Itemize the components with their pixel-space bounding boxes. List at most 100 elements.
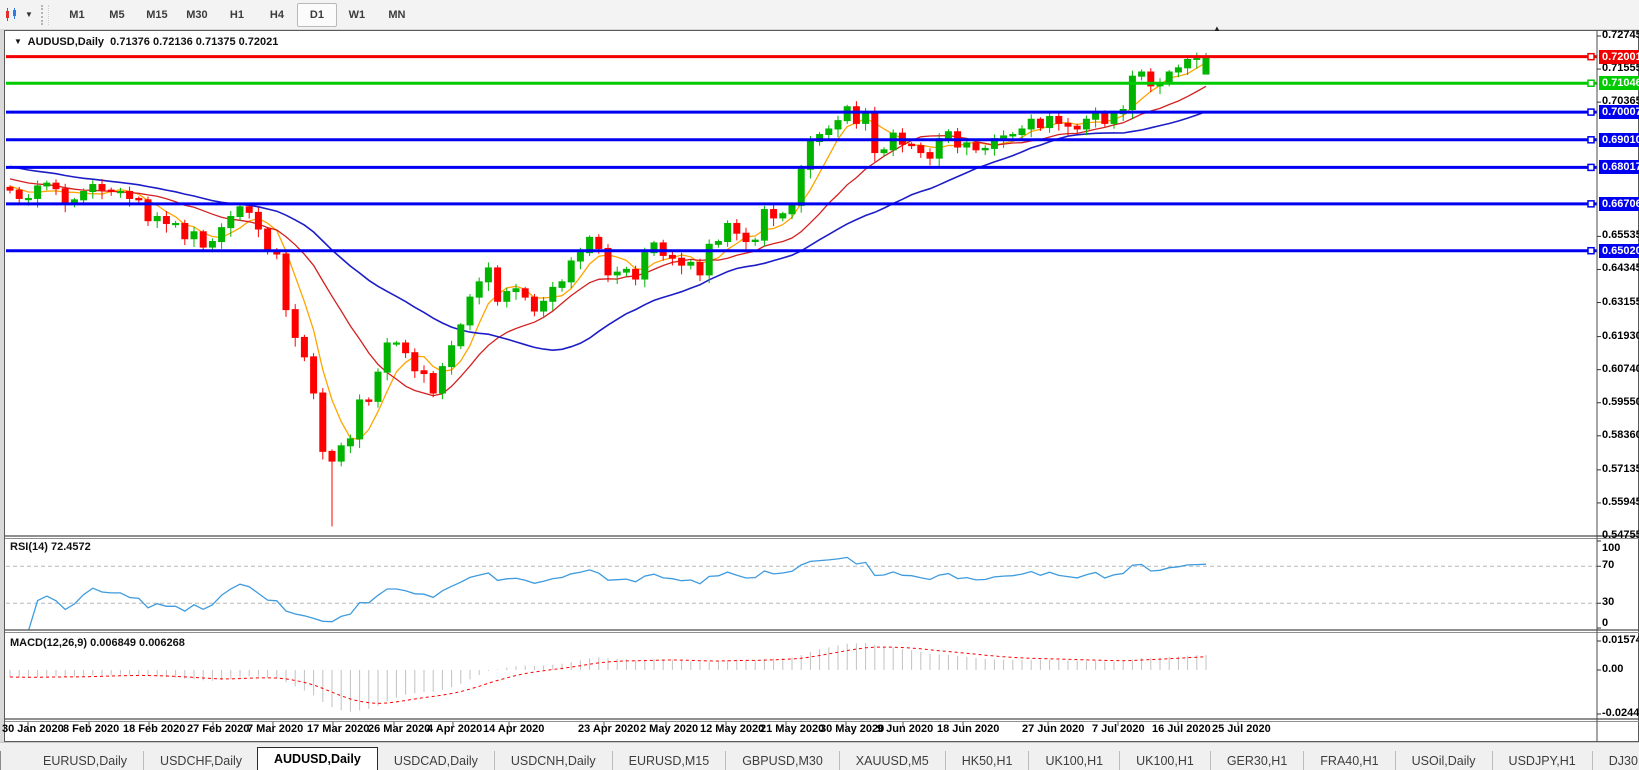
price-tick-label: 0.63155 — [1602, 295, 1639, 308]
chart-tab-bar: EURUSD,Daily USDCHF,Daily AUDUSD,Daily USDC… — [0, 742, 1639, 770]
chart-canvas[interactable] — [0, 0, 1639, 770]
candle-body — [944, 131, 952, 140]
chart-tab-dj30-m15[interactable]: DJ30,M15 — [1591, 751, 1639, 770]
date-label: 27 Jun 2020 — [1022, 723, 1085, 735]
candle-body — [15, 189, 23, 199]
price-tick-label: 0.64345 — [1602, 262, 1639, 275]
chart-tab-gbpusd-m30[interactable]: GBPUSD,M30 — [725, 751, 839, 770]
price-level-handle[interactable] — [1587, 163, 1595, 172]
price-badge: 0.65020 — [1599, 243, 1639, 258]
chart-tab-usdcnh-daily[interactable]: USDCNH,Daily — [493, 751, 612, 770]
chart-tab-usdchf-daily[interactable]: USDCHF,Daily — [143, 751, 258, 770]
candle-body — [310, 356, 318, 394]
moving-average-30 — [9, 110, 1207, 352]
candle-body — [411, 352, 419, 372]
candle-body — [622, 268, 630, 273]
candle-body — [236, 206, 244, 218]
candle-body — [374, 371, 382, 402]
candle-body — [1000, 135, 1008, 140]
candle-body — [300, 336, 308, 358]
chart-tab-usdjpy-h1[interactable]: USDJPY,H1 — [1491, 751, 1592, 770]
candle-body — [52, 182, 60, 190]
candle-body — [733, 222, 741, 234]
candle-body — [365, 399, 373, 402]
candle-body — [521, 288, 529, 298]
price-badge: 0.70007 — [1599, 105, 1639, 120]
candle-body — [843, 106, 851, 122]
candle-body — [935, 138, 943, 159]
chart-tab-usoil-daily[interactable]: USOil,Daily — [1394, 751, 1492, 770]
candle-body — [779, 213, 787, 219]
candle-body — [1018, 128, 1026, 136]
price-level-handle[interactable] — [1587, 108, 1595, 116]
candle-body — [1046, 115, 1054, 129]
date-label: 8 Feb 2020 — [63, 723, 120, 735]
candle-body — [1082, 118, 1090, 130]
price-badge: 0.68017 — [1599, 160, 1639, 175]
candle-body — [466, 296, 474, 326]
date-label: 4 Apr 2020 — [427, 723, 483, 735]
candle-body — [714, 241, 722, 245]
chart-tab-xauusd-m5[interactable]: XAUUSD,M5 — [838, 751, 945, 770]
chart-shift-marker-icon[interactable]: ▲ — [1213, 24, 1221, 33]
chart-tab-eurusd-m15[interactable]: EURUSD,M15 — [611, 751, 726, 770]
price-level-handle[interactable] — [1587, 52, 1595, 61]
price-badge: 0.72001 — [1599, 49, 1639, 64]
chart-title: ▼ AUDUSD,Daily 0.71376 0.72136 0.71375 0… — [14, 36, 278, 48]
price-badge: 0.71046 — [1599, 76, 1639, 91]
price-tick-label: 0.60740 — [1602, 362, 1639, 375]
candle-body — [43, 182, 51, 187]
candle-body — [641, 252, 649, 280]
candle-body — [871, 111, 879, 154]
candle-body — [797, 168, 805, 206]
tabbar-grip[interactable] — [0, 751, 1, 770]
chart-tab-audusd-daily[interactable]: AUDUSD,Daily — [257, 747, 378, 770]
chart-tab-fra40-h1[interactable]: FRA40,H1 — [1303, 751, 1394, 770]
price-level-handle[interactable] — [1587, 246, 1595, 255]
candle-body — [981, 147, 989, 151]
chart-tab-uk100-h1[interactable]: UK100,H1 — [1119, 751, 1210, 770]
price-tick-label: 0.72745 — [1602, 29, 1639, 41]
price-tick-label: 0.57135 — [1602, 462, 1639, 475]
candle-body — [1193, 57, 1201, 60]
candle-body — [806, 140, 814, 170]
candle-body — [613, 271, 621, 276]
candle-body — [724, 222, 732, 243]
candle-body — [475, 281, 483, 298]
candle-body — [549, 286, 557, 302]
candle-body — [98, 184, 106, 191]
title-collapse-icon[interactable]: ▼ — [14, 37, 22, 46]
candle-body — [494, 267, 502, 302]
price-badge: 0.69010 — [1599, 132, 1639, 147]
chart-tab-uk100-h1[interactable]: UK100,H1 — [1028, 751, 1119, 770]
candle-body — [604, 247, 612, 276]
candle-body — [356, 399, 364, 440]
date-label: 26 Mar 2020 — [368, 723, 431, 735]
candle-body — [770, 209, 778, 219]
price-level-handle[interactable] — [1587, 79, 1595, 87]
price-level-handle[interactable] — [1587, 136, 1595, 144]
price-level-handle[interactable] — [1587, 200, 1595, 208]
candle-body — [1101, 111, 1109, 124]
chart-tab-usdcad-daily[interactable]: USDCAD,Daily — [376, 751, 494, 770]
candle-body — [530, 296, 538, 312]
date-label: 17 Mar 2020 — [307, 723, 370, 735]
price-tick-label: 0.54755 — [1602, 529, 1639, 541]
candle-body — [558, 281, 566, 288]
chart-tab-eurusd-daily[interactable]: EURUSD,Daily — [27, 751, 143, 770]
rsi-label: RSI(14) 72.4572 — [10, 541, 91, 553]
candle-body — [687, 261, 695, 266]
candle-body — [172, 222, 180, 226]
price-tick-label: 0.71555 — [1602, 62, 1639, 75]
date-label: 7 Mar 2020 — [247, 723, 304, 735]
candle-body — [917, 145, 925, 154]
candle-body — [429, 373, 437, 394]
candle-body — [742, 232, 750, 243]
candle-body — [678, 257, 686, 266]
candle-body — [218, 227, 226, 243]
macd-label: MACD(12,26,9) 0.006849 0.006268 — [10, 637, 185, 649]
macd-tick-label: 0.00 — [1602, 663, 1624, 675]
chart-tab-ger30-h1[interactable]: GER30,H1 — [1209, 751, 1303, 770]
chart-tab-hk50-h1[interactable]: HK50,H1 — [944, 751, 1029, 770]
date-label: 27 Feb 2020 — [187, 723, 250, 735]
